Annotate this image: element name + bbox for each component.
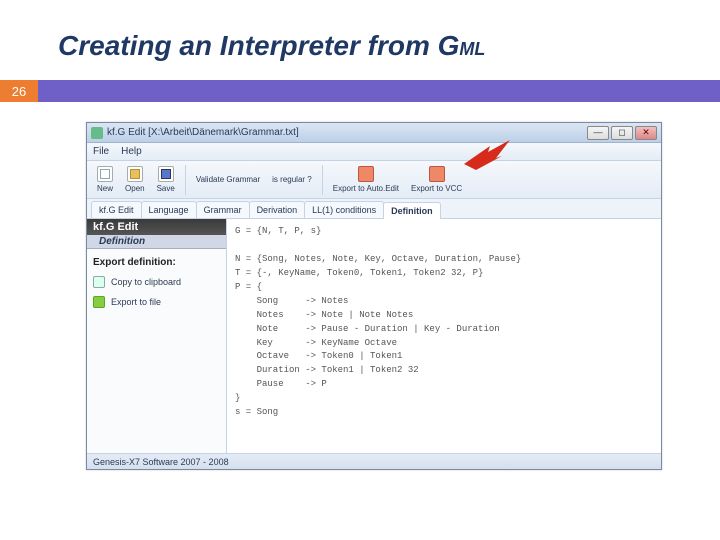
tab-language[interactable]: Language <box>141 201 197 218</box>
export-autoedit-button[interactable]: Export to Auto.Edit <box>329 164 403 195</box>
validate-label: Validate Grammar <box>196 175 260 184</box>
minimize-button[interactable]: — <box>587 126 609 140</box>
save-icon <box>158 166 174 182</box>
export-file-icon <box>93 296 105 308</box>
titlebar: kf.G Edit [X:\Arbeit\Dänemark\Grammar.tx… <box>87 123 661 143</box>
app-icon <box>91 127 103 139</box>
window-controls: — ◻ ✕ <box>587 126 657 140</box>
export-label: Export to file <box>111 297 161 307</box>
open-label: Open <box>125 184 145 193</box>
g-line-5: Song -> Notes <box>235 296 348 306</box>
menu-file[interactable]: File <box>93 146 109 157</box>
g-line-10: Duration -> Token1 | Token2 32 <box>235 365 419 375</box>
g-line-12: } <box>235 393 240 403</box>
page-bar: 26 <box>0 80 720 102</box>
export-icon <box>358 166 374 182</box>
slide-title-sub: ML <box>459 39 485 59</box>
new-label: New <box>97 184 113 193</box>
close-button[interactable]: ✕ <box>635 126 657 140</box>
g-line-0: G = {N, T, P, s} <box>235 226 321 236</box>
g-line-4: P = { <box>235 282 262 292</box>
export-auto-label: Export to Auto.Edit <box>333 184 399 193</box>
menu-help[interactable]: Help <box>121 146 142 157</box>
grammar-definition-view: G = {N, T, P, s} N = {Song, Notes, Note,… <box>227 219 661 453</box>
tab-grammar[interactable]: Grammar <box>196 201 250 218</box>
maximize-button[interactable]: ◻ <box>611 126 633 140</box>
tab-ll1[interactable]: LL(1) conditions <box>304 201 384 218</box>
is-regular-button[interactable]: is regular ? <box>268 173 316 186</box>
copy-label: Copy to clipboard <box>111 277 181 287</box>
page-number: 26 <box>0 80 38 102</box>
regular-label: is regular ? <box>272 175 312 184</box>
tab-kfg-edit[interactable]: kf.G Edit <box>91 201 142 218</box>
export-vcc-button[interactable]: Export to VCC <box>407 164 466 195</box>
tab-derivation[interactable]: Derivation <box>249 201 306 218</box>
window-title: kf.G Edit [X:\Arbeit\Dänemark\Grammar.tx… <box>107 127 299 138</box>
tabstrip: kf.G Edit Language Grammar Derivation LL… <box>87 199 661 219</box>
g-line-13: s = Song <box>235 407 278 417</box>
open-icon <box>127 166 143 182</box>
g-line-7: Note -> Pause - Duration | Key - Duratio… <box>235 324 500 334</box>
tab-definition[interactable]: Definition <box>383 202 441 219</box>
new-icon <box>97 166 113 182</box>
new-button[interactable]: New <box>93 164 117 195</box>
clipboard-icon <box>93 276 105 288</box>
copy-to-clipboard-item[interactable]: Copy to clipboard <box>87 272 226 292</box>
save-button[interactable]: Save <box>153 164 179 195</box>
g-line-2: N = {Song, Notes, Note, Key, Octave, Dur… <box>235 254 521 264</box>
statusbar: Genesis-X7 Software 2007 - 2008 <box>87 453 661 469</box>
export-to-file-item[interactable]: Export to file <box>87 292 226 312</box>
toolbar: New Open Save Validate Grammar is regula… <box>87 161 661 199</box>
status-text: Genesis-X7 Software 2007 - 2008 <box>93 457 229 467</box>
page-strip <box>38 80 720 102</box>
sidebar-section-label: Export definition: <box>87 249 226 272</box>
export-vcc-label: Export to VCC <box>411 184 462 193</box>
body-area: kf.G Edit Definition Export definition: … <box>87 219 661 453</box>
slide-title: Creating an Interpreter from GML <box>0 0 720 72</box>
open-button[interactable]: Open <box>121 164 149 195</box>
g-line-6: Notes -> Note | Note Notes <box>235 310 413 320</box>
export-vcc-icon <box>429 166 445 182</box>
toolbar-separator-2 <box>322 165 323 195</box>
sidebar-heading: kf.G Edit <box>87 219 226 235</box>
g-line-8: Key -> KeyName Octave <box>235 338 397 348</box>
toolbar-separator <box>185 165 186 195</box>
sidebar-subheading: Definition <box>87 235 226 249</box>
app-window: kf.G Edit [X:\Arbeit\Dänemark\Grammar.tx… <box>86 122 662 470</box>
g-line-3: T = {-, KeyName, Token0, Token1, Token2 … <box>235 268 483 278</box>
menubar: File Help <box>87 143 661 161</box>
validate-grammar-button[interactable]: Validate Grammar <box>192 173 264 186</box>
g-line-11: Pause -> P <box>235 379 327 389</box>
g-line-9: Octave -> Token0 | Token1 <box>235 351 402 361</box>
sidebar: kf.G Edit Definition Export definition: … <box>87 219 227 453</box>
save-label: Save <box>157 184 175 193</box>
slide-title-main: Creating an Interpreter from G <box>58 30 459 61</box>
